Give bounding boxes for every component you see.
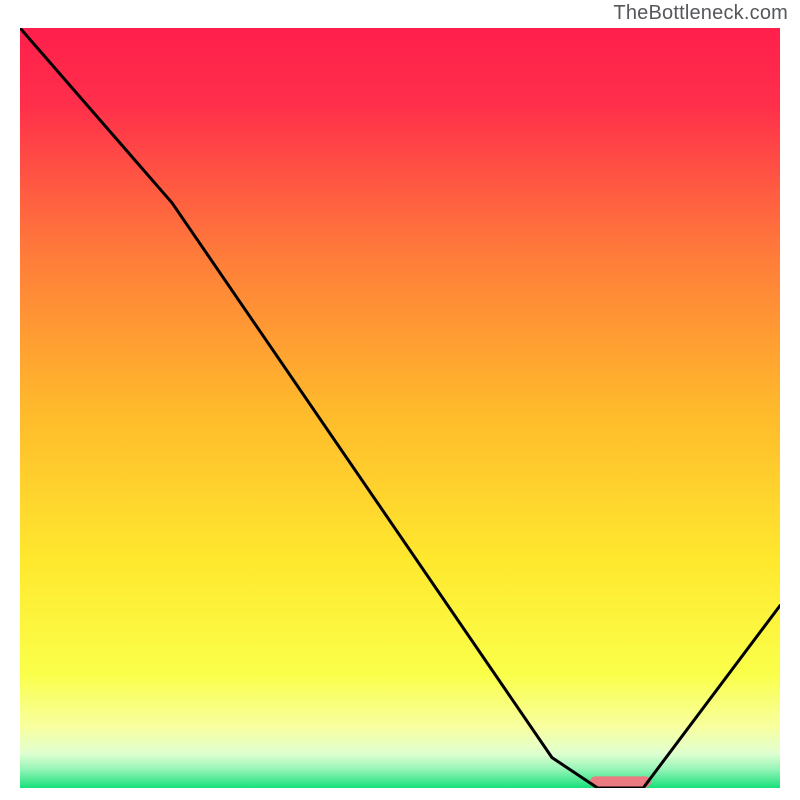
watermark-text: TheBottleneck.com <box>613 2 788 25</box>
chart-background <box>20 28 780 788</box>
bottleneck-chart <box>20 28 780 788</box>
chart-svg <box>20 28 780 788</box>
optimal-range-marker <box>590 776 651 787</box>
